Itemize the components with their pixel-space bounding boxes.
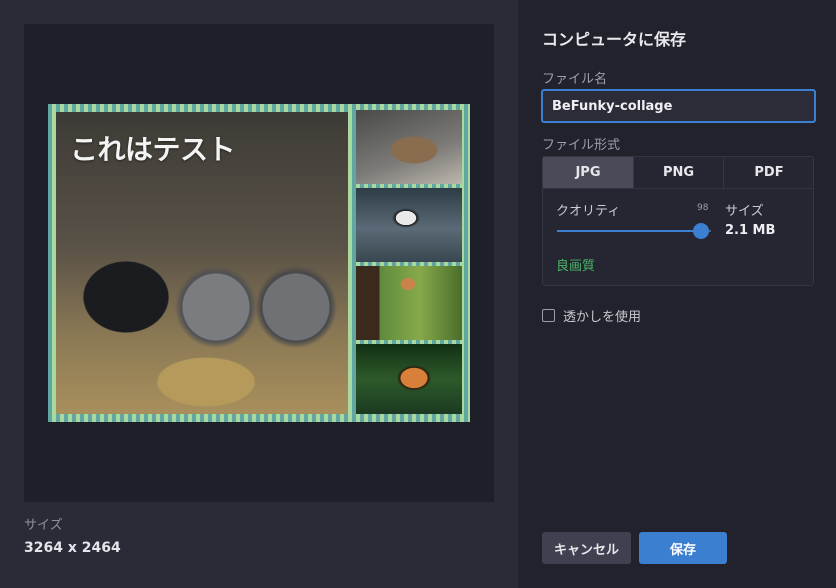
tiger-photo	[356, 344, 462, 414]
image-size-label: サイズ	[24, 518, 63, 533]
collage-overlay-text: これはテスト	[70, 133, 236, 166]
image-size-value: 3264 x 2464	[24, 540, 121, 556]
kitten-on-roof-photo	[356, 188, 462, 262]
filename-input[interactable]	[541, 89, 816, 123]
format-png-button[interactable]: PNG	[633, 157, 723, 189]
watermark-option[interactable]: 透かしを使用	[542, 306, 641, 325]
cancel-button[interactable]: キャンセル	[542, 532, 631, 564]
panel-title: コンピュータに保存	[542, 30, 687, 49]
cat-in-tree-photo	[356, 266, 462, 340]
watermark-label[interactable]: 透かしを使用	[563, 306, 641, 325]
format-jpg-button[interactable]: JPG	[543, 157, 633, 189]
quality-slider-handle[interactable]	[693, 223, 709, 239]
file-format-label: ファイル形式	[542, 138, 621, 153]
watermark-checkbox[interactable]	[542, 309, 555, 322]
collage-preview: これはテスト	[48, 104, 470, 422]
sleeping-cat-photo	[356, 110, 462, 184]
quality-rating-text: 良画質	[556, 259, 596, 274]
kittens-photo: これはテスト	[56, 112, 348, 414]
save-options-panel: コンピュータに保存 ファイル名 ファイル形式 JPG PNG PDF クオリティ…	[518, 0, 836, 588]
file-size-label: サイズ	[725, 204, 764, 219]
format-pdf-button[interactable]: PDF	[723, 157, 814, 189]
format-options-card: JPG PNG PDF クオリティ 98 サイズ 2.1 MB 良画質	[542, 156, 814, 286]
quality-label: クオリティ	[556, 204, 621, 219]
preview-pane: これはテスト サイズ 3264 x 2464	[0, 0, 518, 588]
quality-slider-track[interactable]	[557, 230, 709, 232]
file-size-value: 2.1 MB	[725, 223, 776, 238]
filename-label: ファイル名	[542, 72, 608, 87]
quality-value: 98	[697, 203, 709, 213]
save-button[interactable]: 保存	[639, 532, 727, 564]
quality-slider-remaining	[709, 230, 711, 232]
